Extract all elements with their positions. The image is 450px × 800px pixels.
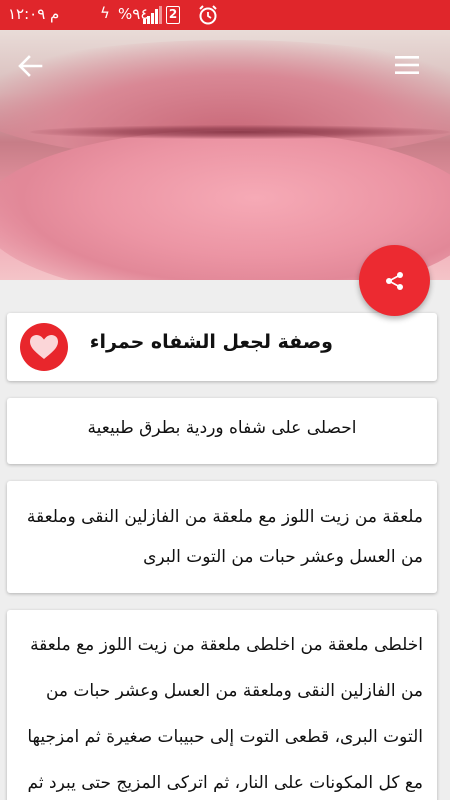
- recipe-subtitle: احصلى على شفاه وردية بطرق طبيعية: [87, 418, 357, 438]
- recipe-title-card: وصفة لجعل الشفاه حمراء: [7, 313, 437, 381]
- heart-icon: [30, 335, 58, 359]
- recipe-method-card: اخلطى ملعقة من اخلطى ملعقة من زيت اللوز …: [7, 610, 437, 800]
- recipe-subtitle-card: احصلى على شفاه وردية بطرق طبيعية: [7, 398, 437, 464]
- hamburger-menu-icon[interactable]: [392, 52, 422, 78]
- status-bar: م ١٢:٠٩ ϟ %٩٤ 2: [0, 0, 450, 30]
- signal-icon: [143, 6, 162, 24]
- favorite-button[interactable]: [20, 323, 68, 371]
- hero-lip-line: [30, 125, 450, 139]
- arrow-back-icon[interactable]: [14, 50, 46, 82]
- hero-image: [0, 30, 450, 280]
- recipe-ingredients-card: ملعقة من زيت اللوز مع ملعقة من الفازلين …: [7, 481, 437, 593]
- status-clock: م ١٢:٠٩: [8, 5, 60, 23]
- share-icon: [385, 271, 403, 290]
- share-button[interactable]: [359, 245, 430, 316]
- recipe-title: وصفة لجعل الشفاه حمراء: [89, 331, 333, 353]
- recipe-ingredients: ملعقة من زيت اللوز مع ملعقة من الفازلين …: [26, 507, 423, 567]
- alarm-icon: [199, 5, 217, 25]
- recipe-method: اخلطى ملعقة من اخلطى ملعقة من زيت اللوز …: [27, 635, 423, 793]
- charging-icon: ϟ: [100, 4, 110, 22]
- sim-icon: 2: [166, 6, 180, 24]
